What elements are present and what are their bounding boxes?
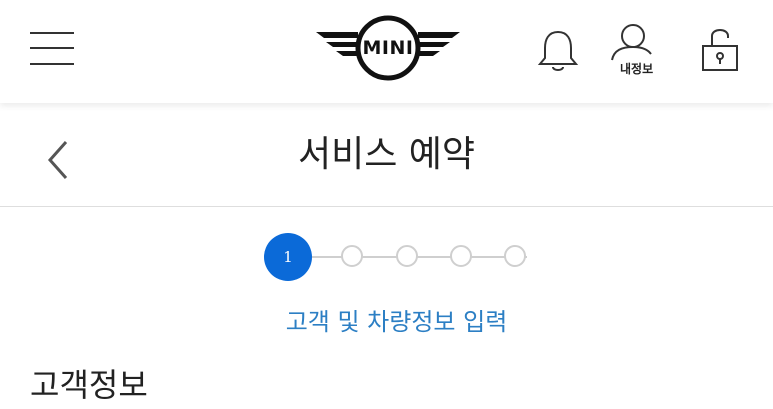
user-icon: [611, 24, 652, 61]
hamburger-menu-icon[interactable]: [30, 30, 74, 68]
current-step-label: 고객 및 차량정보 입력: [285, 308, 508, 336]
profile-button[interactable]: 내정보: [606, 22, 666, 80]
unlock-icon[interactable]: [700, 24, 740, 74]
app-header: MINI 내정보: [0, 0, 773, 103]
step-2[interactable]: [341, 245, 363, 267]
section-title: 고객정보: [30, 366, 148, 404]
step-5[interactable]: [504, 245, 526, 267]
bell-icon[interactable]: [536, 28, 580, 74]
progress-stepper: 1: [264, 233, 534, 281]
step-1-active[interactable]: 1: [264, 233, 312, 281]
step-3[interactable]: [396, 245, 418, 267]
mini-logo[interactable]: MINI: [314, 14, 462, 82]
brand-name: MINI: [362, 37, 414, 59]
profile-label: 내정보: [620, 62, 654, 76]
page-title: 서비스 예약: [297, 134, 476, 175]
step-4[interactable]: [450, 245, 472, 267]
step-number: 1: [283, 248, 293, 266]
divider: [0, 206, 773, 207]
